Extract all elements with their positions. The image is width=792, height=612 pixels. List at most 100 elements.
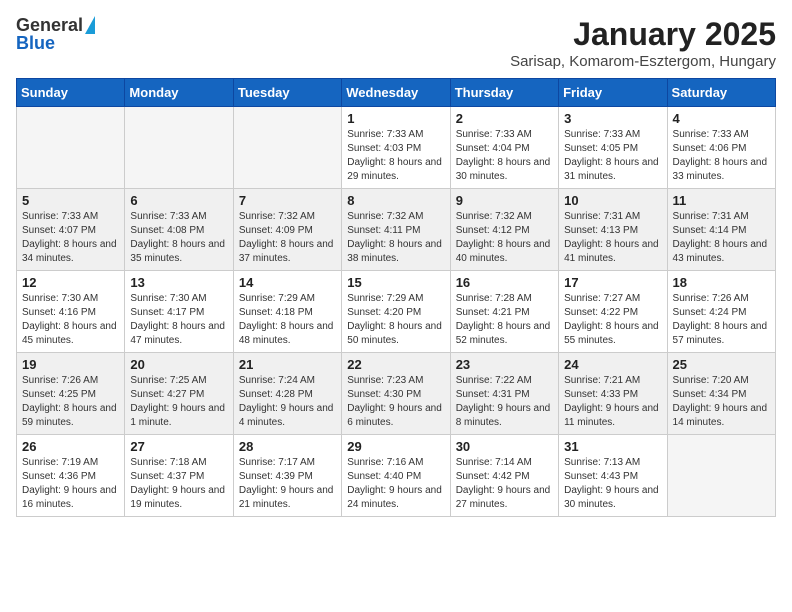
day-number: 1 [347, 111, 444, 126]
title-block: January 2025 Sarisap, Komarom-Esztergom,… [510, 16, 776, 70]
day-number: 11 [673, 193, 770, 208]
day-number: 6 [130, 193, 227, 208]
day-number: 9 [456, 193, 553, 208]
header-sunday: Sunday [17, 79, 125, 107]
calendar-cell [17, 107, 125, 189]
month-title: January 2025 [510, 16, 776, 53]
cell-details: Sunrise: 7:32 AM Sunset: 4:11 PM Dayligh… [347, 210, 444, 266]
day-number: 4 [673, 111, 770, 126]
cell-details: Sunrise: 7:24 AM Sunset: 4:28 PM Dayligh… [239, 374, 336, 430]
day-number: 16 [456, 275, 553, 290]
calendar-cell: 6 Sunrise: 7:33 AM Sunset: 4:08 PM Daylig… [125, 189, 233, 271]
day-number: 5 [22, 193, 119, 208]
calendar-cell: 1 Sunrise: 7:33 AM Sunset: 4:03 PM Daylig… [342, 107, 450, 189]
cell-details: Sunrise: 7:20 AM Sunset: 4:34 PM Dayligh… [673, 374, 770, 430]
calendar-cell: 23 Sunrise: 7:22 AM Sunset: 4:31 PM Dayli… [450, 353, 558, 435]
day-number: 30 [456, 439, 553, 454]
day-number: 20 [130, 357, 227, 372]
day-number: 8 [347, 193, 444, 208]
calendar-cell: 21 Sunrise: 7:24 AM Sunset: 4:28 PM Dayli… [233, 353, 341, 435]
calendar-week-row: 26Sunrise: 7:19 AM Sunset: 4:36 PM Dayli… [17, 435, 776, 517]
calendar-cell: 30 Sunrise: 7:14 AM Sunset: 4:42 PM Dayli… [450, 435, 558, 517]
cell-details: Sunrise: 7:18 AM Sunset: 4:37 PM Dayligh… [130, 456, 227, 512]
day-number: 23 [456, 357, 553, 372]
calendar-cell: 8 Sunrise: 7:32 AM Sunset: 4:11 PM Daylig… [342, 189, 450, 271]
calendar-cell: 17 Sunrise: 7:27 AM Sunset: 4:22 PM Dayli… [559, 271, 667, 353]
day-number: 2 [456, 111, 553, 126]
calendar-cell: 11 Sunrise: 7:31 AM Sunset: 4:14 PM Dayli… [667, 189, 775, 271]
logo-triangle-icon [85, 16, 95, 34]
calendar-cell: 20 Sunrise: 7:25 AM Sunset: 4:27 PM Dayli… [125, 353, 233, 435]
location-subtitle: Sarisap, Komarom-Esztergom, Hungary [510, 53, 776, 70]
day-number: 15 [347, 275, 444, 290]
cell-details: Sunrise: 7:33 AM Sunset: 4:05 PM Dayligh… [564, 128, 661, 184]
cell-details: Sunrise: 7:33 AM Sunset: 4:08 PM Dayligh… [130, 210, 227, 266]
cell-details: Sunrise: 7:27 AM Sunset: 4:22 PM Dayligh… [564, 292, 661, 348]
day-number: 28 [239, 439, 336, 454]
day-number: 12 [22, 275, 119, 290]
day-number: 25 [673, 357, 770, 372]
cell-details: Sunrise: 7:32 AM Sunset: 4:12 PM Dayligh… [456, 210, 553, 266]
calendar-cell: 26Sunrise: 7:19 AM Sunset: 4:36 PM Dayli… [17, 435, 125, 517]
logo-general: General [16, 16, 83, 34]
calendar-cell: 12 Sunrise: 7:30 AM Sunset: 4:16 PM Dayli… [17, 271, 125, 353]
calendar-cell: 14Sunrise: 7:29 AM Sunset: 4:18 PM Dayli… [233, 271, 341, 353]
day-number: 24 [564, 357, 661, 372]
day-number: 27 [130, 439, 227, 454]
cell-details: Sunrise: 7:25 AM Sunset: 4:27 PM Dayligh… [130, 374, 227, 430]
cell-details: Sunrise: 7:22 AM Sunset: 4:31 PM Dayligh… [456, 374, 553, 430]
cell-details: Sunrise: 7:33 AM Sunset: 4:06 PM Dayligh… [673, 128, 770, 184]
header-friday: Friday [559, 79, 667, 107]
calendar-cell: 16Sunrise: 7:28 AM Sunset: 4:21 PM Dayli… [450, 271, 558, 353]
cell-details: Sunrise: 7:16 AM Sunset: 4:40 PM Dayligh… [347, 456, 444, 512]
calendar-week-row: 5Sunrise: 7:33 AM Sunset: 4:07 PM Daylig… [17, 189, 776, 271]
calendar-cell: 18 Sunrise: 7:26 AM Sunset: 4:24 PM Dayli… [667, 271, 775, 353]
logo-blue: Blue [16, 34, 95, 52]
cell-details: Sunrise: 7:29 AM Sunset: 4:20 PM Dayligh… [347, 292, 444, 348]
header-monday: Monday [125, 79, 233, 107]
calendar-cell: 4 Sunrise: 7:33 AM Sunset: 4:06 PM Daylig… [667, 107, 775, 189]
calendar-cell: 2 Sunrise: 7:33 AM Sunset: 4:04 PM Daylig… [450, 107, 558, 189]
calendar-cell: 24Sunrise: 7:21 AM Sunset: 4:33 PM Dayli… [559, 353, 667, 435]
day-number: 17 [564, 275, 661, 290]
day-number: 7 [239, 193, 336, 208]
cell-details: Sunrise: 7:33 AM Sunset: 4:04 PM Dayligh… [456, 128, 553, 184]
calendar-week-row: 1 Sunrise: 7:33 AM Sunset: 4:03 PM Daylig… [17, 107, 776, 189]
calendar-cell: 7Sunrise: 7:32 AM Sunset: 4:09 PM Daylig… [233, 189, 341, 271]
header-wednesday: Wednesday [342, 79, 450, 107]
cell-details: Sunrise: 7:31 AM Sunset: 4:13 PM Dayligh… [564, 210, 661, 266]
calendar-cell: 29 Sunrise: 7:16 AM Sunset: 4:40 PM Dayli… [342, 435, 450, 517]
calendar-cell: 25 Sunrise: 7:20 AM Sunset: 4:34 PM Dayli… [667, 353, 775, 435]
cell-details: Sunrise: 7:26 AM Sunset: 4:25 PM Dayligh… [22, 374, 119, 430]
page-header: General Blue January 2025 Sarisap, Komar… [16, 16, 776, 70]
header-tuesday: Tuesday [233, 79, 341, 107]
calendar-table: SundayMondayTuesdayWednesdayThursdayFrid… [16, 78, 776, 517]
cell-details: Sunrise: 7:14 AM Sunset: 4:42 PM Dayligh… [456, 456, 553, 512]
calendar-week-row: 12 Sunrise: 7:30 AM Sunset: 4:16 PM Dayli… [17, 271, 776, 353]
header-saturday: Saturday [667, 79, 775, 107]
cell-details: Sunrise: 7:23 AM Sunset: 4:30 PM Dayligh… [347, 374, 444, 430]
calendar-cell: 31Sunrise: 7:13 AM Sunset: 4:43 PM Dayli… [559, 435, 667, 517]
cell-details: Sunrise: 7:19 AM Sunset: 4:36 PM Dayligh… [22, 456, 119, 512]
cell-details: Sunrise: 7:13 AM Sunset: 4:43 PM Dayligh… [564, 456, 661, 512]
calendar-cell: 9 Sunrise: 7:32 AM Sunset: 4:12 PM Daylig… [450, 189, 558, 271]
day-number: 18 [673, 275, 770, 290]
calendar-cell: 19 Sunrise: 7:26 AM Sunset: 4:25 PM Dayli… [17, 353, 125, 435]
day-number: 19 [22, 357, 119, 372]
day-number: 14 [239, 275, 336, 290]
logo: General Blue [16, 16, 95, 52]
calendar-cell: 22Sunrise: 7:23 AM Sunset: 4:30 PM Dayli… [342, 353, 450, 435]
header-thursday: Thursday [450, 79, 558, 107]
day-number: 3 [564, 111, 661, 126]
calendar-header-row: SundayMondayTuesdayWednesdayThursdayFrid… [17, 79, 776, 107]
day-number: 21 [239, 357, 336, 372]
day-number: 13 [130, 275, 227, 290]
cell-details: Sunrise: 7:31 AM Sunset: 4:14 PM Dayligh… [673, 210, 770, 266]
day-number: 29 [347, 439, 444, 454]
cell-details: Sunrise: 7:33 AM Sunset: 4:03 PM Dayligh… [347, 128, 444, 184]
calendar-week-row: 19 Sunrise: 7:26 AM Sunset: 4:25 PM Dayli… [17, 353, 776, 435]
calendar-cell: 28Sunrise: 7:17 AM Sunset: 4:39 PM Dayli… [233, 435, 341, 517]
calendar-cell: 15 Sunrise: 7:29 AM Sunset: 4:20 PM Dayli… [342, 271, 450, 353]
cell-details: Sunrise: 7:30 AM Sunset: 4:16 PM Dayligh… [22, 292, 119, 348]
cell-details: Sunrise: 7:26 AM Sunset: 4:24 PM Dayligh… [673, 292, 770, 348]
